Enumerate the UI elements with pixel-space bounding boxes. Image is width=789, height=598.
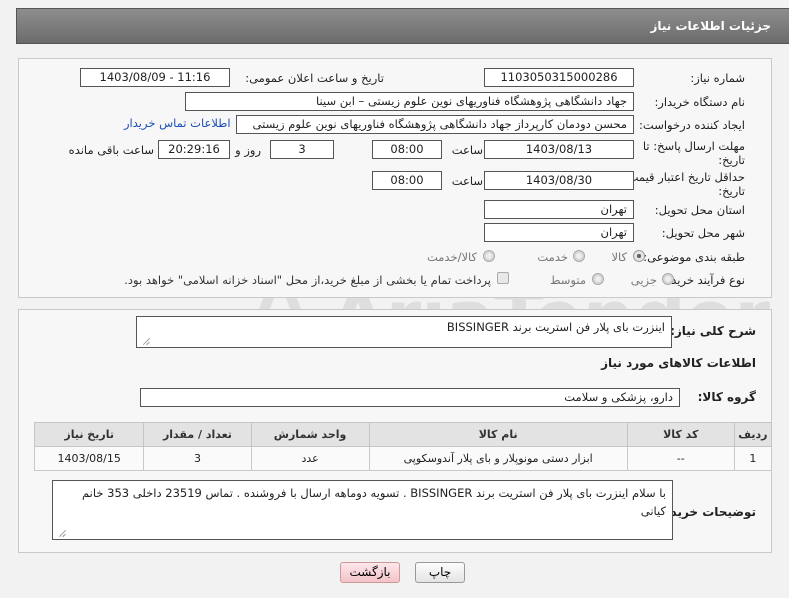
- buyer-notes-textarea[interactable]: با سلام اینزرت بای پلار فن استریت برند B…: [52, 480, 673, 540]
- cell-date: 1403/08/15: [33, 446, 145, 471]
- category-option-goods-service: کالا/خدمت: [426, 250, 477, 264]
- cell-row: 1: [733, 446, 773, 471]
- cell-qty: 3: [143, 446, 252, 471]
- goods-group-field[interactable]: دارو، پزشکی و سلامت: [140, 388, 680, 407]
- city-label: شهر محل تحویل:: [661, 226, 745, 240]
- table-header-row: ردیف کد کالا نام کالا واحد شمارش تعداد /…: [33, 422, 773, 447]
- buyer-contact-link[interactable]: اطلاعات تماس خریدار: [124, 116, 231, 130]
- deadline-time-label: ساعت: [451, 143, 483, 157]
- announce-date-label: تاریخ و ساعت اعلان عمومی:: [245, 71, 384, 85]
- days-remaining-field[interactable]: 3: [270, 140, 334, 159]
- category-option-goods: کالا: [611, 250, 627, 264]
- need-number-field[interactable]: 1103050315000286: [484, 68, 634, 87]
- col-date-header: تاریخ نیاز: [33, 422, 145, 447]
- table-row[interactable]: 1 -- ابزار دستی مونوپلار و بای پلار آندو…: [33, 446, 773, 471]
- description-textarea[interactable]: اینزرت بای پلار فن استریت برند BISSINGER: [136, 316, 672, 348]
- goods-group-label: گروه کالا:: [697, 390, 756, 404]
- price-validity-date-label: تاریخ:: [718, 184, 745, 198]
- process-option-medium: متوسط: [549, 273, 586, 287]
- category-label: طبقه بندی موضوعی:: [643, 250, 745, 264]
- price-validity-date-field[interactable]: 1403/08/30: [484, 171, 634, 190]
- time-remaining-label: ساعت باقی مانده: [68, 143, 154, 157]
- process-option-minor: جزیی: [630, 273, 657, 287]
- goods-table: ردیف کد کالا نام کالا واحد شمارش تعداد /…: [33, 422, 773, 471]
- process-type-label: نوع فرآیند خرید :: [663, 273, 745, 287]
- treasury-payment-checkbox[interactable]: [497, 272, 509, 284]
- price-validity-time-field[interactable]: 08:00: [372, 171, 442, 190]
- resize-grip-icon[interactable]: [141, 337, 149, 345]
- time-remaining-field[interactable]: 20:29:16: [158, 140, 230, 159]
- description-label: شرح کلی نیاز:: [670, 324, 756, 338]
- buyer-org-label: نام دستگاه خریدار:: [654, 95, 745, 109]
- col-qty-header: تعداد / مقدار: [143, 422, 252, 447]
- announce-date-field[interactable]: 1403/08/09 - 11:16: [80, 68, 230, 87]
- cell-code: --: [626, 446, 735, 471]
- col-name-header: نام کالا: [368, 422, 628, 447]
- price-validity-time-label: ساعت: [451, 174, 483, 188]
- province-label: استان محل تحویل:: [654, 203, 745, 217]
- cell-unit: عدد: [250, 446, 370, 471]
- province-field[interactable]: تهران: [484, 200, 634, 219]
- category-radio-service[interactable]: [573, 250, 585, 262]
- category-radio-goods-service[interactable]: [483, 250, 495, 262]
- treasury-payment-note: پرداخت تمام یا بخشی از مبلغ خرید،از محل …: [124, 273, 491, 287]
- creator-field[interactable]: محسن دودمان کارپرداز جهاد دانشگاهی پژوهش…: [236, 115, 634, 134]
- col-unit-header: واحد شمارش: [250, 422, 370, 447]
- process-radio-medium[interactable]: [592, 273, 604, 285]
- process-radio-minor[interactable]: [662, 273, 674, 285]
- deadline-time-field[interactable]: 08:00: [372, 140, 442, 159]
- col-code-header: کد کالا: [626, 422, 735, 447]
- deadline-label: مهلت ارسال پاسخ: تا: [642, 139, 745, 153]
- deadline-date-label: تاریخ:: [718, 153, 745, 167]
- cell-name: ابزار دستی مونوپلار و بای پلار آندوسکوپی: [368, 446, 628, 471]
- goods-info-title: اطلاعات کالاهای مورد نیاز: [601, 356, 756, 370]
- city-field[interactable]: تهران: [484, 223, 634, 242]
- days-label: روز و: [235, 143, 261, 157]
- buyer-org-field[interactable]: جهاد دانشگاهی پژوهشگاه فناوریهای نوین عل…: [185, 92, 634, 111]
- print-button[interactable]: چاپ: [415, 562, 465, 583]
- description-text: اینزرت بای پلار فن استریت برند BISSINGER: [446, 320, 665, 334]
- buyer-notes-text: با سلام اینزرت بای پلار فن استریت برند B…: [82, 486, 666, 518]
- need-number-label: شماره نیاز:: [690, 71, 745, 85]
- category-option-service: خدمت: [537, 250, 568, 264]
- creator-label: ایجاد کننده درخواست:: [639, 118, 745, 132]
- page-title: جزئیات اطلاعات نیاز: [650, 19, 771, 33]
- header-bar: جزئیات اطلاعات نیاز: [16, 8, 789, 44]
- deadline-date-field[interactable]: 1403/08/13: [484, 140, 634, 159]
- resize-grip-icon[interactable]: [57, 529, 65, 537]
- back-button[interactable]: بازگشت: [340, 562, 400, 583]
- col-row-header: ردیف: [733, 422, 773, 447]
- category-radio-goods[interactable]: [633, 250, 645, 262]
